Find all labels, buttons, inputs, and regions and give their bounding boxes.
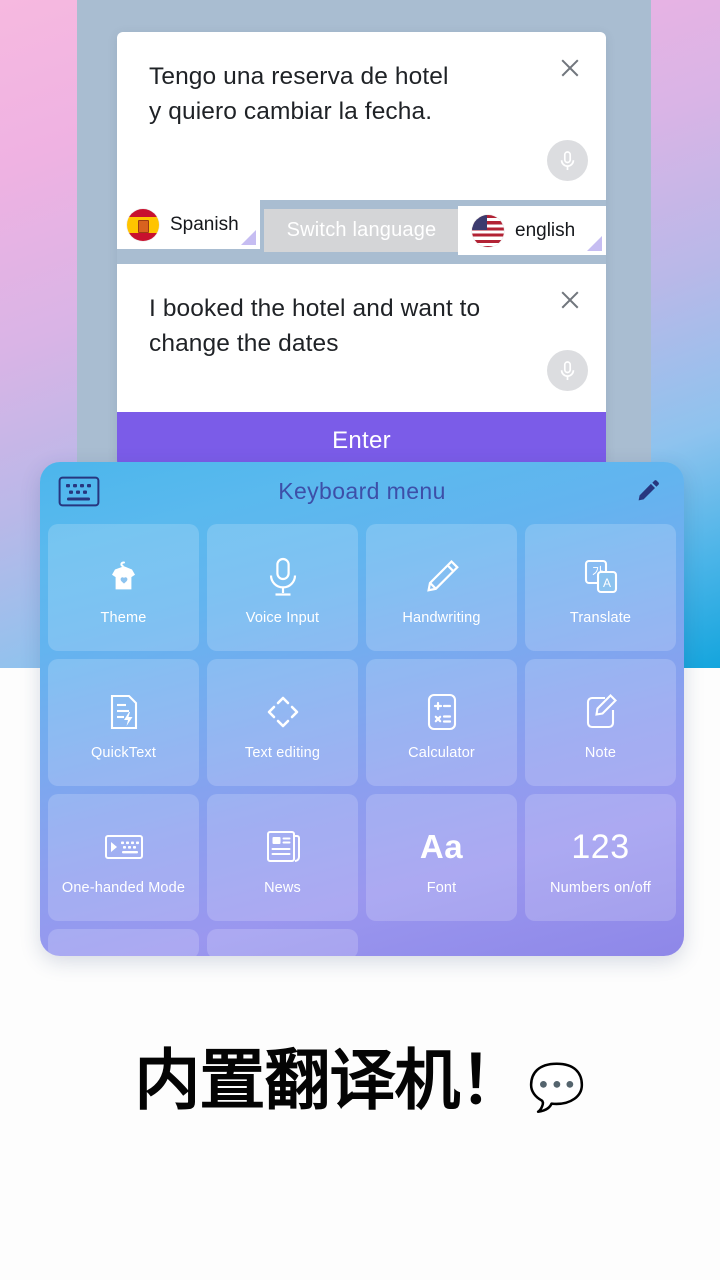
font-icon-text: Aa	[419, 828, 464, 865]
microphone-icon[interactable]	[547, 140, 588, 181]
translator-card: Tengo una reserva de hotel y quiero camb…	[117, 32, 606, 470]
target-text: I booked the hotel and want to change th…	[149, 295, 481, 357]
menu-tile-label: Font	[426, 879, 457, 896]
source-text: Tengo una reserva de hotel y quiero camb…	[149, 63, 449, 125]
menu-tile-label: Handwriting	[402, 609, 481, 626]
menu-tile-label: One-handed Mode	[61, 879, 186, 896]
four-way-arrows-icon	[261, 685, 305, 739]
translator-target-box: I booked the hotel and want to change th…	[117, 264, 606, 412]
menu-tile-one-handed-mode[interactable]: One-handed Mode	[48, 794, 199, 921]
enter-button-label: Enter	[332, 427, 391, 454]
numbers-icon-text: 123	[571, 827, 630, 866]
menu-tile-label: Theme	[100, 609, 147, 626]
switch-language-label: Switch language	[286, 219, 437, 241]
screen: Tengo una reserva de hotel y quiero camb…	[0, 0, 720, 1280]
headline: 内置翻译机！ 💬	[0, 1048, 720, 1114]
tshirt-heart-icon	[102, 550, 146, 604]
menu-tile-label: Numbers on/off	[550, 879, 651, 896]
menu-tile-label: Calculator	[408, 744, 475, 761]
keyboard-menu-title: Keyboard menu	[278, 477, 446, 504]
document-bolt-icon	[102, 685, 146, 739]
menu-tile-label: Text editing	[244, 744, 321, 761]
menu-tile-theme[interactable]: Theme	[48, 524, 199, 651]
menu-tile-text-editing[interactable]: Text editing	[207, 659, 358, 786]
numbers-123-icon: 123	[571, 820, 629, 874]
keyboard-menu-grid: Theme Voice Input Handwriting 가 A Transl…	[40, 520, 684, 956]
menu-tile-label: Voice Input	[245, 609, 320, 626]
menu-tile-translate[interactable]: 가 A Translate	[525, 524, 676, 651]
close-icon[interactable]	[556, 54, 584, 82]
corner-triangle-icon	[587, 236, 602, 251]
menu-tile-note[interactable]: Note	[525, 659, 676, 786]
menu-tile-label: Translate	[569, 609, 632, 626]
keyboard-menu-header: Keyboard menu	[40, 462, 684, 520]
spain-flag-icon	[127, 208, 159, 241]
menu-tile-label: News	[264, 879, 301, 896]
svg-text:A: A	[603, 576, 611, 590]
menu-tile-voice-input[interactable]: Voice Input	[207, 524, 358, 651]
target-language-pill[interactable]: english	[458, 206, 606, 255]
target-language-label: english	[515, 219, 576, 241]
language-switcher-bar: Spanish Switch language english	[117, 200, 606, 264]
keyboard-menu-panel: Keyboard menu Theme Voice Input Handwrit…	[40, 462, 684, 956]
translate-cards-icon: 가 A	[579, 550, 623, 604]
one-handed-keyboard-icon	[101, 820, 147, 874]
menu-tile-clipped	[366, 929, 517, 956]
headline-text: 内置翻译机！	[134, 1042, 525, 1119]
close-icon[interactable]	[556, 286, 584, 314]
menu-tile-quicktext[interactable]: QuickText	[48, 659, 199, 786]
calculator-icon	[420, 685, 464, 739]
speech-bubble-icon: 💬	[528, 1061, 586, 1113]
translator-source-box: Tengo una reserva de hotel y quiero camb…	[117, 32, 606, 200]
pencil-edit-icon[interactable]	[630, 474, 666, 508]
note-pencil-icon	[579, 685, 623, 739]
menu-tile-clipped[interactable]	[48, 929, 199, 956]
font-aa-icon: Aa	[420, 820, 463, 874]
corner-triangle-icon	[241, 230, 256, 245]
menu-tile-numbers-on-off[interactable]: 123 Numbers on/off	[525, 794, 676, 921]
menu-tile-calculator[interactable]: Calculator	[366, 659, 517, 786]
menu-tile-font[interactable]: Aa Font	[366, 794, 517, 921]
menu-tile-handwriting[interactable]: Handwriting	[366, 524, 517, 651]
menu-tile-clipped	[525, 929, 676, 956]
menu-tile-news[interactable]: News	[207, 794, 358, 921]
microphone-icon[interactable]	[547, 350, 588, 391]
menu-tile-label: QuickText	[90, 744, 156, 761]
switch-language-button[interactable]: Switch language	[264, 209, 459, 252]
pencil-icon	[420, 550, 464, 604]
source-language-pill[interactable]: Spanish	[117, 200, 260, 249]
usa-flag-icon	[472, 214, 504, 247]
microphone-icon	[265, 550, 301, 604]
menu-tile-label: Note	[584, 744, 617, 761]
menu-tile-clipped[interactable]	[207, 929, 358, 956]
source-language-label: Spanish	[170, 213, 239, 235]
newspaper-icon	[261, 820, 305, 874]
